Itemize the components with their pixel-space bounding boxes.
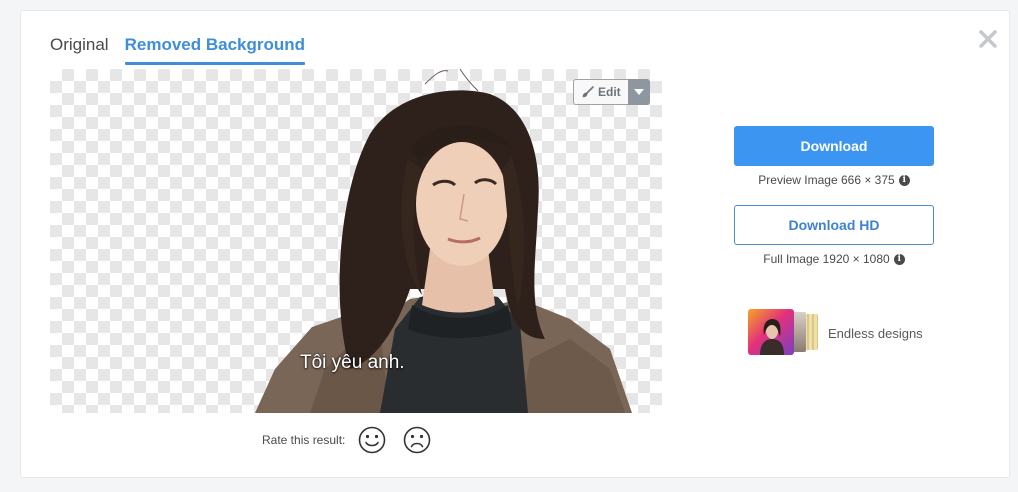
view-tabs: Original Removed Background (50, 33, 306, 65)
person-thumbnail-icon (760, 319, 784, 355)
result-dialog: Original Removed Background Tôi yêu anh.… (20, 10, 1010, 478)
rating-label: Rate this result: (262, 433, 346, 447)
edit-dropdown-button[interactable] (627, 79, 650, 105)
close-button[interactable] (976, 27, 1000, 51)
subtitle-text: Tôi yêu anh. (300, 352, 405, 373)
full-image-size: Full Image 1920 × 1080 (763, 252, 890, 266)
endless-designs-label: Endless designs (828, 325, 923, 341)
design-thumbnail (792, 312, 806, 352)
preview-image-size: Preview Image 666 × 375 (758, 173, 895, 187)
edit-label: Edit (598, 85, 621, 99)
download-hd-button[interactable]: Download HD (734, 205, 934, 245)
info-icon[interactable]: i (898, 174, 910, 186)
rating-bar: Rate this result: (262, 425, 447, 455)
brush-icon (582, 86, 594, 98)
info-icon[interactable]: i (893, 253, 905, 265)
preview-image-info: Preview Image 666 × 375 i (714, 173, 954, 187)
tab-removed-background[interactable]: Removed Background (124, 33, 306, 65)
full-image-info: Full Image 1920 × 1080 i (714, 252, 954, 266)
frown-icon[interactable] (402, 425, 432, 455)
smile-icon[interactable] (357, 425, 387, 455)
tab-original[interactable]: Original (50, 33, 109, 61)
design-thumbnail (748, 309, 794, 355)
caret-down-icon (633, 89, 644, 95)
close-icon (979, 30, 997, 48)
result-preview: Tôi yêu anh. Edit (50, 69, 662, 413)
endless-designs-link[interactable]: Endless designs (748, 309, 923, 357)
design-thumbnail (804, 314, 818, 350)
edit-control: Edit (573, 79, 650, 105)
download-button[interactable]: Download (734, 126, 934, 166)
edit-button[interactable]: Edit (573, 79, 628, 105)
design-thumbnails (748, 309, 822, 357)
